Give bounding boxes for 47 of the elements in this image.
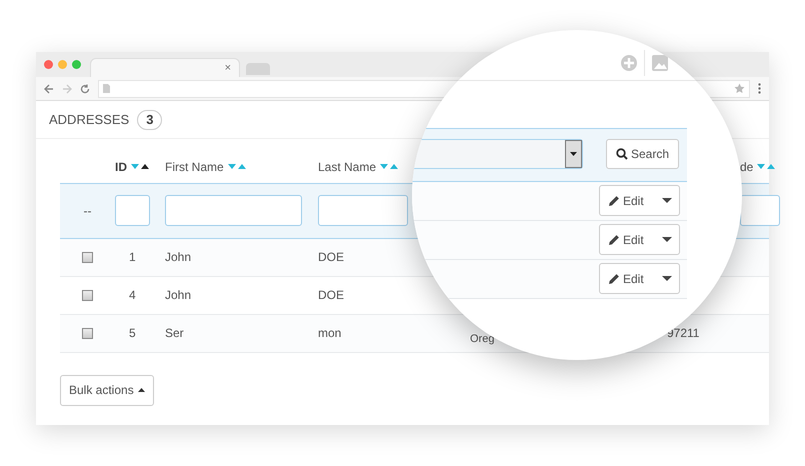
select-field[interactable] — [412, 139, 583, 169]
filter-input[interactable] — [165, 195, 302, 226]
table-cell: John — [165, 288, 192, 302]
row-checkbox[interactable] — [82, 328, 93, 340]
pencil-icon — [608, 234, 620, 246]
menu-icon[interactable] — [758, 83, 761, 94]
table-cell: DOE — [318, 250, 344, 264]
table-cell: 5 — [129, 326, 136, 340]
table-cell: mon — [318, 326, 342, 340]
browser-tab[interactable]: × — [90, 58, 240, 77]
sort-arrows-icon[interactable] — [131, 164, 149, 170]
table-cell: Oreg — [470, 333, 494, 345]
row-checkbox[interactable] — [82, 252, 93, 264]
filter-input[interactable] — [318, 195, 408, 226]
edit-button[interactable]: Edit — [599, 263, 680, 294]
reload-icon[interactable] — [80, 84, 90, 94]
search-button[interactable]: Search — [606, 139, 679, 169]
bulk-actions-button[interactable]: Bulk actions — [60, 374, 154, 406]
filter-input[interactable] — [740, 195, 780, 226]
pencil-icon — [608, 194, 620, 206]
page-title: ADDRESSES — [49, 110, 130, 129]
forward-arrow-icon[interactable] — [62, 84, 72, 94]
tab-close-button[interactable]: × — [224, 60, 231, 76]
table-cell: DOE — [318, 288, 344, 302]
column-header[interactable]: ID — [115, 158, 127, 176]
table-cell: John — [165, 250, 192, 264]
star-icon[interactable] — [734, 83, 745, 94]
back-arrow-icon[interactable] — [44, 84, 54, 94]
column-header[interactable]: First Name — [165, 158, 224, 176]
row-checkbox[interactable] — [82, 290, 93, 302]
table-cell: Ser — [165, 326, 184, 340]
column-header[interactable]: de — [740, 158, 754, 176]
caret-icon — [138, 388, 145, 392]
page-icon — [103, 84, 110, 93]
search-icon — [616, 148, 628, 160]
table-cell: 1 — [129, 250, 136, 264]
reset-filter-link[interactable]: -- — [84, 204, 92, 218]
edit-button[interactable]: Edit — [599, 224, 680, 255]
column-header[interactable]: Last Name — [318, 158, 376, 176]
pencil-icon — [608, 272, 620, 284]
filter-input[interactable] — [115, 195, 150, 226]
count-badge: 3 — [137, 110, 162, 130]
image-icon[interactable] — [651, 54, 669, 72]
edit-button[interactable]: Edit — [599, 185, 680, 216]
caret-icon — [662, 198, 672, 203]
plus-circle-icon[interactable] — [620, 54, 638, 72]
table-cell: 4 — [129, 288, 136, 302]
